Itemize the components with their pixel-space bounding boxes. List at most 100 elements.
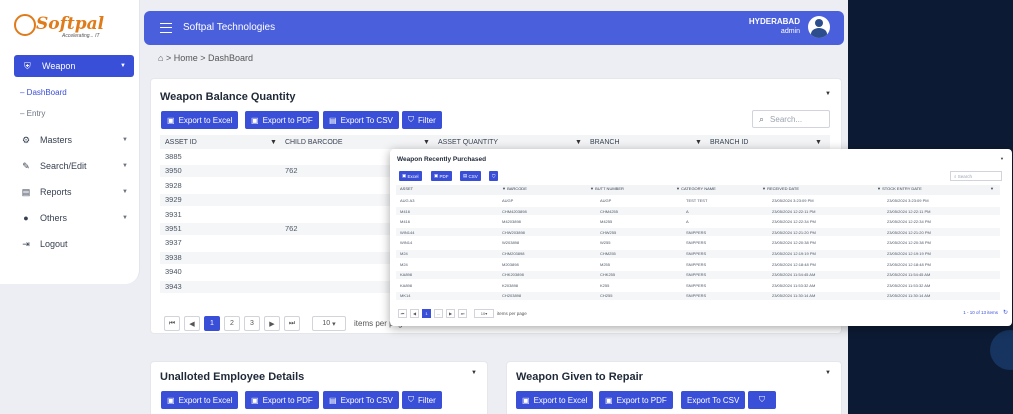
menu-icon[interactable]: [160, 23, 172, 33]
excel-icon: ▣: [522, 395, 530, 405]
card-title: Unalloted Employee Details: [160, 371, 305, 383]
refresh-icon[interactable]: ↻: [1003, 309, 1008, 316]
logo[interactable]: Softpal: [36, 14, 104, 34]
button-label: Filter: [418, 395, 436, 405]
per-page-select[interactable]: 10 ▾: [312, 316, 346, 331]
export-csv-button[interactable]: ▤ CSV: [460, 171, 481, 181]
column-header-branch[interactable]: ▼ BRANCH: [575, 135, 620, 149]
sidebar-item-reports[interactable]: ▤ Reports ▼: [20, 184, 128, 200]
next-page-button[interactable]: ▶: [264, 316, 280, 331]
per-page-label: items per page: [497, 311, 527, 316]
column-header-asset-quantity[interactable]: ▼ ASSET QUANTITY: [423, 135, 498, 149]
export-pdf-button[interactable]: ▣ PDF: [431, 171, 452, 181]
export-csv-button[interactable]: Export To CSV: [681, 391, 746, 409]
breadcrumb: ⌂ > Home > DashBoard: [158, 53, 253, 63]
last-page-button[interactable]: ⏭: [458, 309, 467, 318]
export-pdf-button[interactable]: ▣ Export to PDF: [245, 391, 319, 409]
filter-icon[interactable]: ▼: [815, 139, 822, 146]
per-page-select[interactable]: 10 ▾: [474, 309, 494, 318]
sidebar-subitem-dashboard[interactable]: – DashBoard: [20, 88, 67, 97]
info-icon: ●: [23, 213, 29, 223]
column-header-stock-entry-date[interactable]: ▼ STOCK ENTRY DATE: [877, 186, 922, 194]
column-label: BUTT NUMBER: [595, 186, 624, 191]
column-header-branch-id[interactable]: ▼ BRANCH ID: [695, 135, 748, 149]
column-header-asset-id[interactable]: ASSET ID: [165, 135, 197, 149]
cell-barcode: W203898: [502, 240, 520, 246]
sidebar: Softpal Accelerating... IT ⛨ Weapon ▼ – …: [0, 0, 140, 284]
column-header-asset[interactable]: ASSET: [400, 186, 413, 194]
column-header-category-name[interactable]: ▼ CATEGORY NAME: [676, 186, 716, 194]
filter-icon[interactable]: ▼: [270, 139, 277, 146]
first-page-button[interactable]: ⏮: [164, 316, 180, 331]
filter-icon[interactable]: ▼: [695, 139, 702, 146]
filter-button[interactable]: ⛉ Filter: [402, 391, 442, 409]
column-filter-icon[interactable]: ▼: [815, 135, 830, 149]
export-excel-button[interactable]: ▣ Export to Excel: [516, 391, 594, 409]
export-excel-button[interactable]: ▣ Export to Excel: [161, 111, 239, 129]
export-csv-button[interactable]: ▤ Export To CSV: [323, 111, 399, 129]
edit-icon: ✎: [22, 160, 30, 171]
weapon-recently-purchased-popup: Weapon Recently Purchased ▼ ▣ Excel ▣ PD…: [390, 149, 1012, 326]
cell-received-date: 23/05/2024 12:18:48 PM: [772, 261, 816, 267]
cell-asset-id: 3943: [165, 281, 182, 291]
cell-received-date: 23/05/2024 12:21:20 PM: [772, 229, 816, 235]
cell-barcode: CHM4203898: [502, 208, 527, 214]
column-header-butt-number[interactable]: ▼ BUTT NUMBER: [590, 186, 624, 194]
cell-received-date: 23/05/2024 11:54:45 AM: [772, 272, 816, 278]
page-button[interactable]: 3: [244, 316, 260, 331]
cell-asset: M24: [400, 261, 408, 267]
export-csv-button[interactable]: ▤ Export To CSV: [323, 391, 399, 409]
search-input[interactable]: ⌕ Search...: [752, 110, 830, 128]
prev-page-button[interactable]: ◀: [410, 309, 419, 318]
export-pdf-button[interactable]: ▣ Export to PDF: [245, 111, 319, 129]
cell-asset-id: 3931: [165, 209, 182, 219]
last-page-button[interactable]: ⏭: [284, 316, 300, 331]
avatar[interactable]: [808, 16, 830, 38]
sidebar-item-others[interactable]: ● Others ▼: [20, 210, 128, 226]
cell-received-date: 23/05/2024 3:23:09 PM: [772, 198, 814, 203]
export-excel-button[interactable]: ▣ Export to Excel: [161, 391, 239, 409]
excel-icon: ▣: [167, 395, 175, 405]
prev-page-button[interactable]: ◀: [184, 316, 200, 331]
collapse-caret-icon[interactable]: ▼: [825, 91, 831, 97]
collapse-caret-icon[interactable]: ▼: [825, 370, 831, 376]
page-button[interactable]: 1: [204, 316, 220, 331]
column-label: RECEIVED DATE: [767, 186, 800, 191]
button-label: Export To CSV: [340, 115, 393, 125]
sidebar-item-masters[interactable]: ⚙ Masters ▼: [20, 132, 128, 148]
export-excel-button[interactable]: ▣ Excel: [399, 171, 422, 181]
sidebar-item-logout[interactable]: ⇥ Logout: [20, 236, 128, 252]
filter-icon[interactable]: ▼: [423, 139, 430, 146]
card-title: Weapon Given to Repair: [516, 371, 643, 383]
pdf-icon: ▣: [251, 115, 259, 125]
column-header-barcode[interactable]: ▼ BARCODE: [502, 186, 527, 194]
column-filter-icon[interactable]: ▼: [990, 186, 994, 194]
cell-butt-number: AUGP: [600, 198, 612, 203]
page-button[interactable]: 1: [422, 309, 431, 318]
filter-icon[interactable]: ▼: [575, 139, 582, 146]
button-label: PDF: [439, 173, 449, 179]
button-label: CSV: [468, 173, 478, 179]
collapse-caret-icon[interactable]: ▼: [1000, 156, 1004, 161]
next-page-button[interactable]: ▶: [446, 309, 455, 318]
export-pdf-button[interactable]: ▣ Export to PDF: [599, 391, 673, 409]
page-button[interactable]: ...: [434, 309, 443, 318]
first-page-button[interactable]: ⏮: [398, 309, 407, 318]
sidebar-item-weapon[interactable]: ⛨ Weapon ▼: [14, 55, 134, 77]
breadcrumb-text[interactable]: > Home > DashBoard: [166, 53, 253, 63]
column-header-received-date[interactable]: ▼ RECEIVED DATE: [762, 186, 799, 194]
sidebar-subitem-entry[interactable]: – Entry: [20, 109, 45, 118]
filter-button[interactable]: ⛉ Filter: [402, 111, 442, 129]
cell-asset: M416: [400, 208, 411, 214]
filter-button[interactable]: ⛉: [489, 171, 499, 181]
page-button[interactable]: 2: [224, 316, 240, 331]
cell-asset-id: 3950: [165, 166, 182, 176]
app-title: Softpal Technologies: [183, 22, 276, 33]
column-header-child-barcode[interactable]: ▼ CHILD BARCODE: [270, 135, 343, 149]
search-input[interactable]: ⌕ Search: [950, 171, 1002, 181]
filter-button[interactable]: ⛉: [748, 391, 776, 409]
search-placeholder: Search...: [770, 114, 803, 124]
sidebar-item-search-edit[interactable]: ✎ Search/Edit ▼: [20, 158, 128, 174]
shield-icon: ⛨: [24, 60, 31, 71]
collapse-caret-icon[interactable]: ▼: [471, 370, 477, 376]
